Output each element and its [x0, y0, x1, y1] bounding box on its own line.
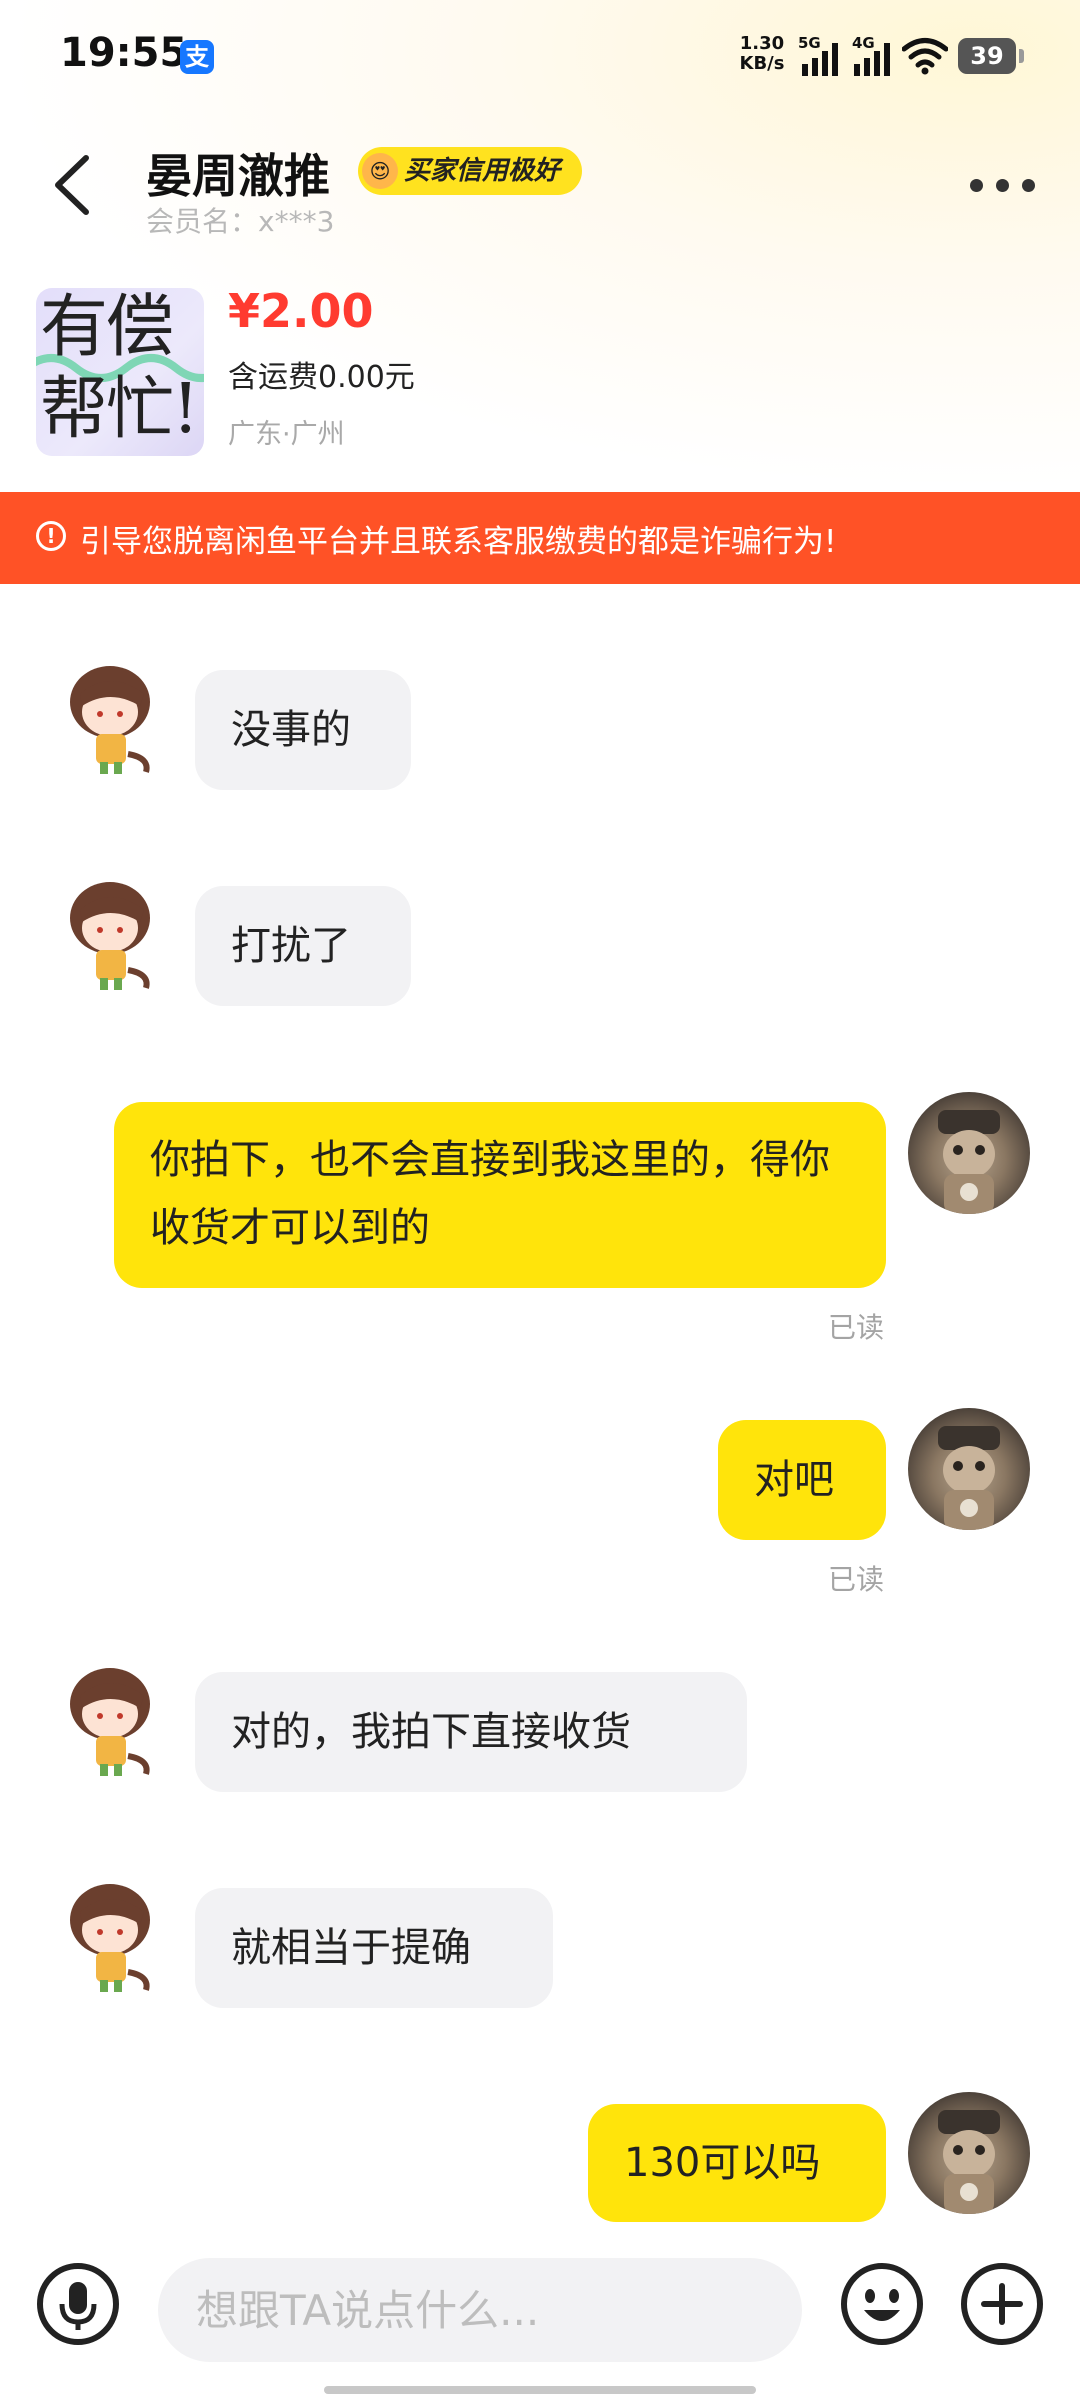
- message-bubble-incoming[interactable]: 打扰了: [195, 886, 411, 1006]
- more-dots-icon[interactable]: [968, 165, 1038, 205]
- product-thumbnail[interactable]: 有偿 帮忙!: [36, 288, 204, 456]
- read-status: 已读: [828, 1563, 885, 1596]
- fraud-warning-banner: ! 引导您脱离闲鱼平台并且联系客服缴费的都是诈骗行为!: [0, 492, 1080, 584]
- my-avatar[interactable]: [908, 1408, 1030, 1530]
- heart-eyes-emoji-icon: 😍: [362, 153, 398, 189]
- plus-icon[interactable]: [960, 2262, 1044, 2346]
- warning-text: 引导您脱离闲鱼平台并且联系客服缴费的都是诈骗行为!: [80, 524, 837, 560]
- thumb-text-line2: 帮忙!: [40, 370, 199, 449]
- back-arrow-icon[interactable]: [48, 150, 98, 220]
- status-time: 19:55: [60, 30, 188, 76]
- wifi-icon: [902, 38, 948, 75]
- seller-avatar[interactable]: [58, 662, 168, 778]
- credit-badge[interactable]: 😍 买家信用极好: [358, 147, 583, 195]
- net-speed-value: 1.30: [739, 33, 785, 54]
- read-status: 已读: [828, 1311, 885, 1344]
- input-bar: [0, 2222, 1080, 2400]
- my-avatar[interactable]: [908, 2092, 1030, 2214]
- emoji-icon[interactable]: [840, 2262, 924, 2346]
- status-bar: 19:55 支 1.30 KB/s 5G 4G 39: [0, 0, 1080, 110]
- message-bubble-outgoing[interactable]: 对吧: [718, 1420, 886, 1540]
- member-name: 会员名：x***3: [146, 205, 335, 238]
- my-avatar-image: [938, 1110, 1000, 1214]
- net-speed-unit: KB/s: [739, 53, 785, 74]
- product-location: 广东·广州: [228, 419, 345, 450]
- shipping-fee: 含运费0.00元: [228, 360, 415, 395]
- message-input[interactable]: [158, 2258, 802, 2362]
- my-avatar-image: [938, 1426, 1000, 1530]
- message-bubble-outgoing[interactable]: 130可以吗: [588, 2104, 886, 2222]
- credit-badge-label: 买家信用极好: [404, 156, 561, 186]
- message-bubble-incoming[interactable]: 就相当于提确: [195, 1888, 553, 2008]
- seller-avatar[interactable]: [58, 878, 168, 994]
- home-indicator[interactable]: [324, 2386, 756, 2394]
- message-bubble-incoming[interactable]: 没事的: [195, 670, 411, 790]
- seller-avatar[interactable]: [58, 1880, 168, 1996]
- my-avatar[interactable]: [908, 1092, 1030, 1214]
- message-bubble-outgoing[interactable]: 你拍下，也不会直接到我这里的，得你收货才可以到的: [114, 1102, 886, 1288]
- battery-icon: 39: [958, 38, 1024, 74]
- seller-name[interactable]: 晏周澈推: [146, 140, 330, 206]
- my-avatar-image: [938, 2110, 1000, 2214]
- warning-icon: !: [36, 521, 66, 551]
- network-speed: 1.30 KB/s: [732, 34, 792, 74]
- seller-avatar[interactable]: [58, 1664, 168, 1780]
- thumb-text-line1: 有偿: [40, 288, 174, 367]
- message-bubble-incoming[interactable]: 对的，我拍下直接收货: [195, 1672, 747, 1792]
- microphone-icon[interactable]: [36, 2262, 120, 2346]
- signal-icon: [854, 43, 890, 76]
- signal-icon: [802, 43, 838, 76]
- product-price: ¥2.00: [228, 284, 374, 338]
- alipay-notification-icon: 支: [180, 40, 214, 74]
